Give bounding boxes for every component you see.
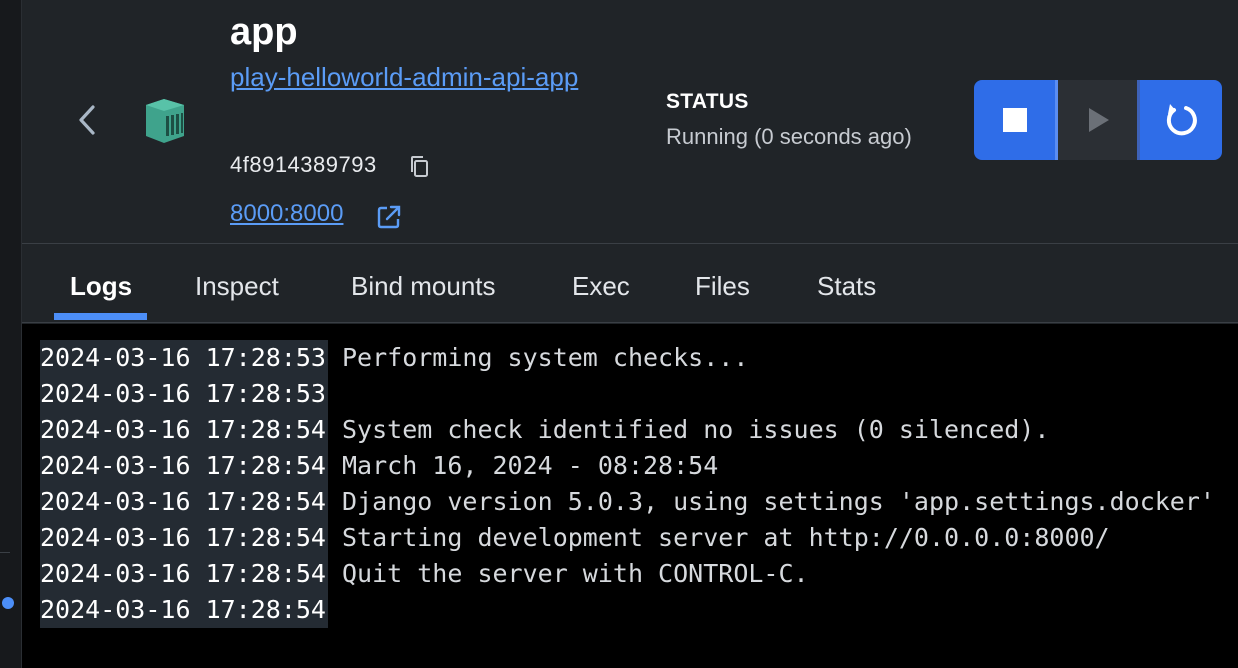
- tab-bar: Logs Inspect Bind mounts Exec Files Stat…: [22, 245, 1238, 323]
- log-line: 2024-03-16 17:28:54 March 16, 2024 - 08:2…: [40, 448, 718, 484]
- log-line: 2024-03-16 17:28:54 System check identifi…: [40, 412, 1049, 448]
- rail-divider: [0, 552, 10, 553]
- tab-inspect[interactable]: Inspect: [195, 271, 279, 302]
- log-message: [328, 595, 342, 624]
- log-line: 2024-03-16 17:28:54 Starting development …: [40, 520, 1110, 556]
- external-link-icon[interactable]: [376, 204, 402, 230]
- log-message: March 16, 2024 - 08:28:54: [341, 451, 719, 480]
- container-title: app: [230, 11, 298, 53]
- status-value: Running (0 seconds ago): [666, 124, 912, 149]
- log-timestamp: 2024-03-16 17:28:54: [40, 556, 328, 592]
- restart-button[interactable]: [1140, 80, 1222, 160]
- container-icon: [146, 99, 184, 143]
- restart-icon: [1166, 104, 1197, 136]
- tab-logs[interactable]: Logs: [70, 271, 132, 302]
- container-controls: [974, 80, 1222, 160]
- active-tab-indicator: [54, 313, 147, 320]
- log-line: 2024-03-16 17:28:53: [40, 376, 342, 412]
- log-timestamp: 2024-03-16 17:28:54: [40, 592, 328, 628]
- left-rail: [0, 0, 22, 668]
- tab-files[interactable]: Files: [695, 271, 750, 302]
- container-id: 4f8914389793: [230, 152, 377, 177]
- log-line: 2024-03-16 17:28:54 Quit the server with …: [40, 556, 809, 592]
- log-message: Performing system checks...: [341, 343, 749, 372]
- log-timestamp: 2024-03-16 17:28:54: [40, 484, 328, 520]
- log-timestamp: 2024-03-16 17:28:54: [40, 412, 328, 448]
- log-message: Django version 5.0.3, using settings 'ap…: [341, 487, 1215, 516]
- log-message: Quit the server with CONTROL-C.: [341, 559, 809, 588]
- log-line: 2024-03-16 17:28:54 Django version 5.0.3,…: [40, 484, 1215, 520]
- stop-button[interactable]: [974, 80, 1058, 160]
- log-timestamp: 2024-03-16 17:28:54: [40, 448, 328, 484]
- log-message: [328, 379, 342, 408]
- tab-stats[interactable]: Stats: [817, 271, 876, 302]
- log-line: 2024-03-16 17:28:53 Performing system che…: [40, 340, 748, 376]
- log-timestamp: 2024-03-16 17:28:53: [40, 376, 328, 412]
- rail-indicator-dot[interactable]: [2, 597, 14, 609]
- tab-bind-mounts[interactable]: Bind mounts: [351, 271, 496, 302]
- container-header: app play-helloworld-admin-api-app 4f8914…: [22, 0, 1238, 244]
- log-output[interactable]: 2024-03-16 17:28:53 Performing system che…: [22, 324, 1238, 668]
- log-line: 2024-03-16 17:28:54: [40, 592, 342, 628]
- stop-icon: [1002, 108, 1027, 132]
- image-link[interactable]: play-helloworld-admin-api-app: [230, 62, 590, 92]
- back-button[interactable]: [74, 102, 100, 138]
- play-icon: [1088, 108, 1109, 132]
- log-timestamp: 2024-03-16 17:28:53: [40, 340, 328, 376]
- tab-exec[interactable]: Exec: [572, 271, 630, 302]
- port-link[interactable]: 8000:8000: [230, 200, 343, 228]
- log-timestamp: 2024-03-16 17:28:54: [40, 520, 328, 556]
- copy-icon[interactable]: [408, 154, 430, 180]
- log-message: System check identified no issues (0 sil…: [341, 415, 1050, 444]
- status-label: STATUS: [666, 90, 749, 113]
- chevron-left-icon: [79, 105, 95, 135]
- log-message: Starting development server at http://0.…: [341, 523, 1110, 552]
- start-button[interactable]: [1058, 80, 1140, 160]
